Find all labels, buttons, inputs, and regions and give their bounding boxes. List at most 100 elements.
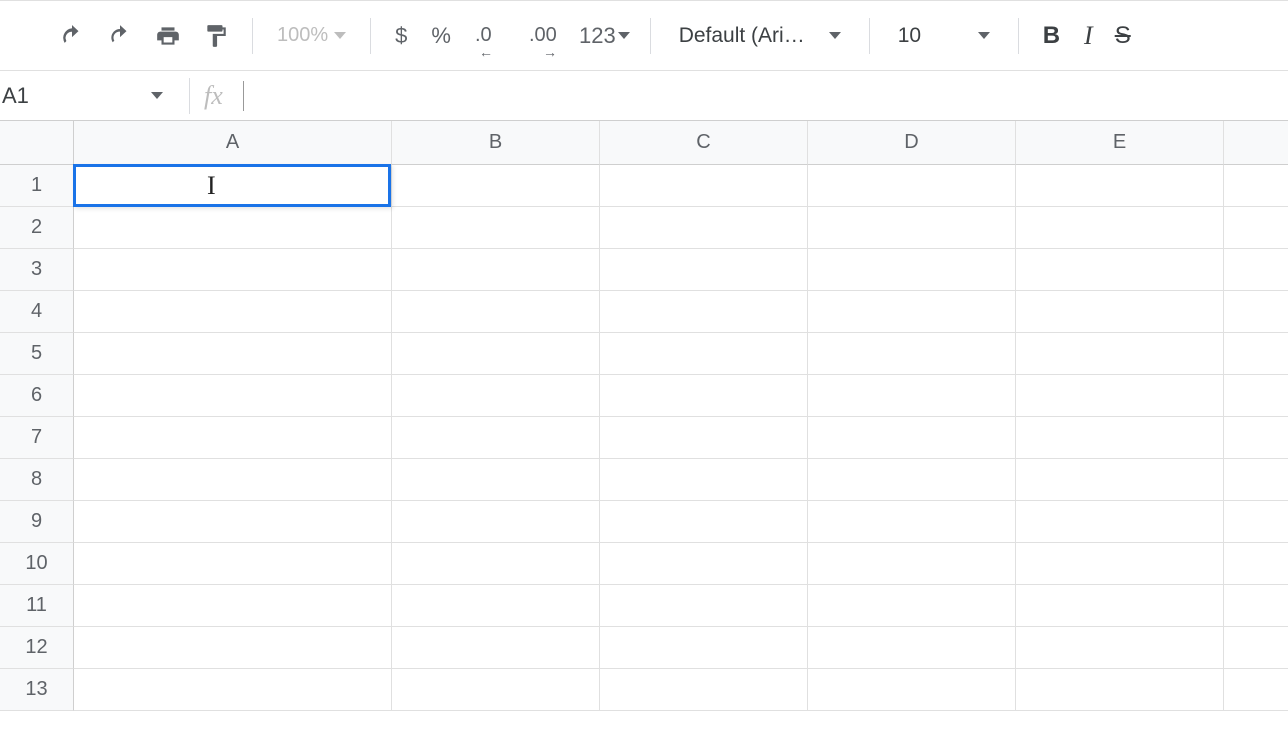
cell[interactable] xyxy=(1224,333,1288,375)
cell[interactable] xyxy=(74,249,392,291)
row-header-12[interactable]: 12 xyxy=(0,627,74,669)
cell[interactable] xyxy=(1016,501,1224,543)
cell[interactable] xyxy=(392,249,600,291)
cell[interactable] xyxy=(808,669,1016,711)
row-header-2[interactable]: 2 xyxy=(0,207,74,249)
cell[interactable] xyxy=(1016,417,1224,459)
cell[interactable] xyxy=(1016,249,1224,291)
cell[interactable] xyxy=(600,501,808,543)
cell[interactable] xyxy=(392,207,600,249)
cell[interactable] xyxy=(600,333,808,375)
cell[interactable] xyxy=(808,543,1016,585)
cell[interactable] xyxy=(1016,375,1224,417)
cell[interactable] xyxy=(1224,165,1288,207)
cell[interactable] xyxy=(600,375,808,417)
cell[interactable] xyxy=(392,627,600,669)
row-header-1[interactable]: 1 xyxy=(0,165,74,207)
column-header-D[interactable]: D xyxy=(808,121,1016,165)
cell[interactable] xyxy=(392,543,600,585)
cell[interactable] xyxy=(600,459,808,501)
cell[interactable] xyxy=(392,501,600,543)
cell[interactable] xyxy=(1224,543,1288,585)
row-header-8[interactable]: 8 xyxy=(0,459,74,501)
column-header-C[interactable]: C xyxy=(600,121,808,165)
cell[interactable] xyxy=(808,627,1016,669)
cell[interactable] xyxy=(600,207,808,249)
cell[interactable] xyxy=(600,291,808,333)
redo-button[interactable] xyxy=(98,14,142,58)
cell[interactable] xyxy=(808,207,1016,249)
cell[interactable] xyxy=(392,417,600,459)
zoom-dropdown[interactable]: 100% xyxy=(267,24,356,47)
font-family-dropdown[interactable]: Default (Ari… xyxy=(665,24,855,48)
cell[interactable] xyxy=(392,333,600,375)
cell[interactable] xyxy=(74,333,392,375)
cell[interactable] xyxy=(600,417,808,459)
cell[interactable] xyxy=(1016,207,1224,249)
row-header-11[interactable]: 11 xyxy=(0,585,74,627)
cell[interactable] xyxy=(392,291,600,333)
cell[interactable] xyxy=(808,501,1016,543)
font-size-dropdown[interactable]: 10 xyxy=(884,24,1004,48)
more-formats-dropdown[interactable]: 123 xyxy=(573,23,636,49)
row-header-6[interactable]: 6 xyxy=(0,375,74,417)
row-header-7[interactable]: 7 xyxy=(0,417,74,459)
bold-button[interactable]: B xyxy=(1033,22,1070,50)
paint-format-button[interactable] xyxy=(194,14,238,58)
row-header-3[interactable]: 3 xyxy=(0,249,74,291)
cell[interactable] xyxy=(600,627,808,669)
increase-decimal-button[interactable]: .00 → xyxy=(519,14,569,58)
cell[interactable] xyxy=(600,669,808,711)
row-header-5[interactable]: 5 xyxy=(0,333,74,375)
cell[interactable] xyxy=(600,585,808,627)
cell[interactable] xyxy=(1224,249,1288,291)
cell[interactable] xyxy=(1016,459,1224,501)
cell[interactable] xyxy=(1224,501,1288,543)
cell[interactable] xyxy=(808,459,1016,501)
cell[interactable] xyxy=(74,375,392,417)
cell[interactable] xyxy=(74,459,392,501)
column-header-A[interactable]: A xyxy=(74,121,392,165)
cell[interactable] xyxy=(74,417,392,459)
row-header-10[interactable]: 10 xyxy=(0,543,74,585)
cell[interactable] xyxy=(392,165,600,207)
cell[interactable] xyxy=(808,249,1016,291)
cell[interactable] xyxy=(392,585,600,627)
cell[interactable] xyxy=(1224,585,1288,627)
cell[interactable] xyxy=(808,417,1016,459)
cell[interactable] xyxy=(74,165,392,207)
select-all-corner[interactable] xyxy=(0,121,74,165)
cell[interactable] xyxy=(74,291,392,333)
cell[interactable] xyxy=(600,543,808,585)
format-percent-button[interactable]: % xyxy=(421,14,461,58)
cell[interactable] xyxy=(74,207,392,249)
undo-button[interactable] xyxy=(50,14,94,58)
cell[interactable] xyxy=(1224,375,1288,417)
cell[interactable] xyxy=(1224,459,1288,501)
decrease-decimal-button[interactable]: .0 ← xyxy=(465,14,515,58)
row-header-9[interactable]: 9 xyxy=(0,501,74,543)
cell[interactable] xyxy=(74,669,392,711)
cell[interactable] xyxy=(392,459,600,501)
cell[interactable] xyxy=(74,585,392,627)
strikethrough-button[interactable]: S xyxy=(1107,22,1139,50)
cell[interactable] xyxy=(808,375,1016,417)
cell[interactable] xyxy=(1016,165,1224,207)
cell[interactable] xyxy=(392,375,600,417)
name-box[interactable]: A1 xyxy=(0,71,175,120)
cell[interactable] xyxy=(808,165,1016,207)
cell[interactable] xyxy=(1016,543,1224,585)
cell[interactable] xyxy=(74,543,392,585)
cell[interactable] xyxy=(1016,585,1224,627)
print-button[interactable] xyxy=(146,14,190,58)
cell[interactable] xyxy=(600,165,808,207)
cell[interactable] xyxy=(1224,207,1288,249)
cell[interactable] xyxy=(808,585,1016,627)
cell[interactable] xyxy=(1016,669,1224,711)
cell[interactable] xyxy=(1224,627,1288,669)
cell[interactable] xyxy=(1016,291,1224,333)
row-header-13[interactable]: 13 xyxy=(0,669,74,711)
cell[interactable] xyxy=(1016,333,1224,375)
cell[interactable] xyxy=(1224,291,1288,333)
cell[interactable] xyxy=(1224,669,1288,711)
